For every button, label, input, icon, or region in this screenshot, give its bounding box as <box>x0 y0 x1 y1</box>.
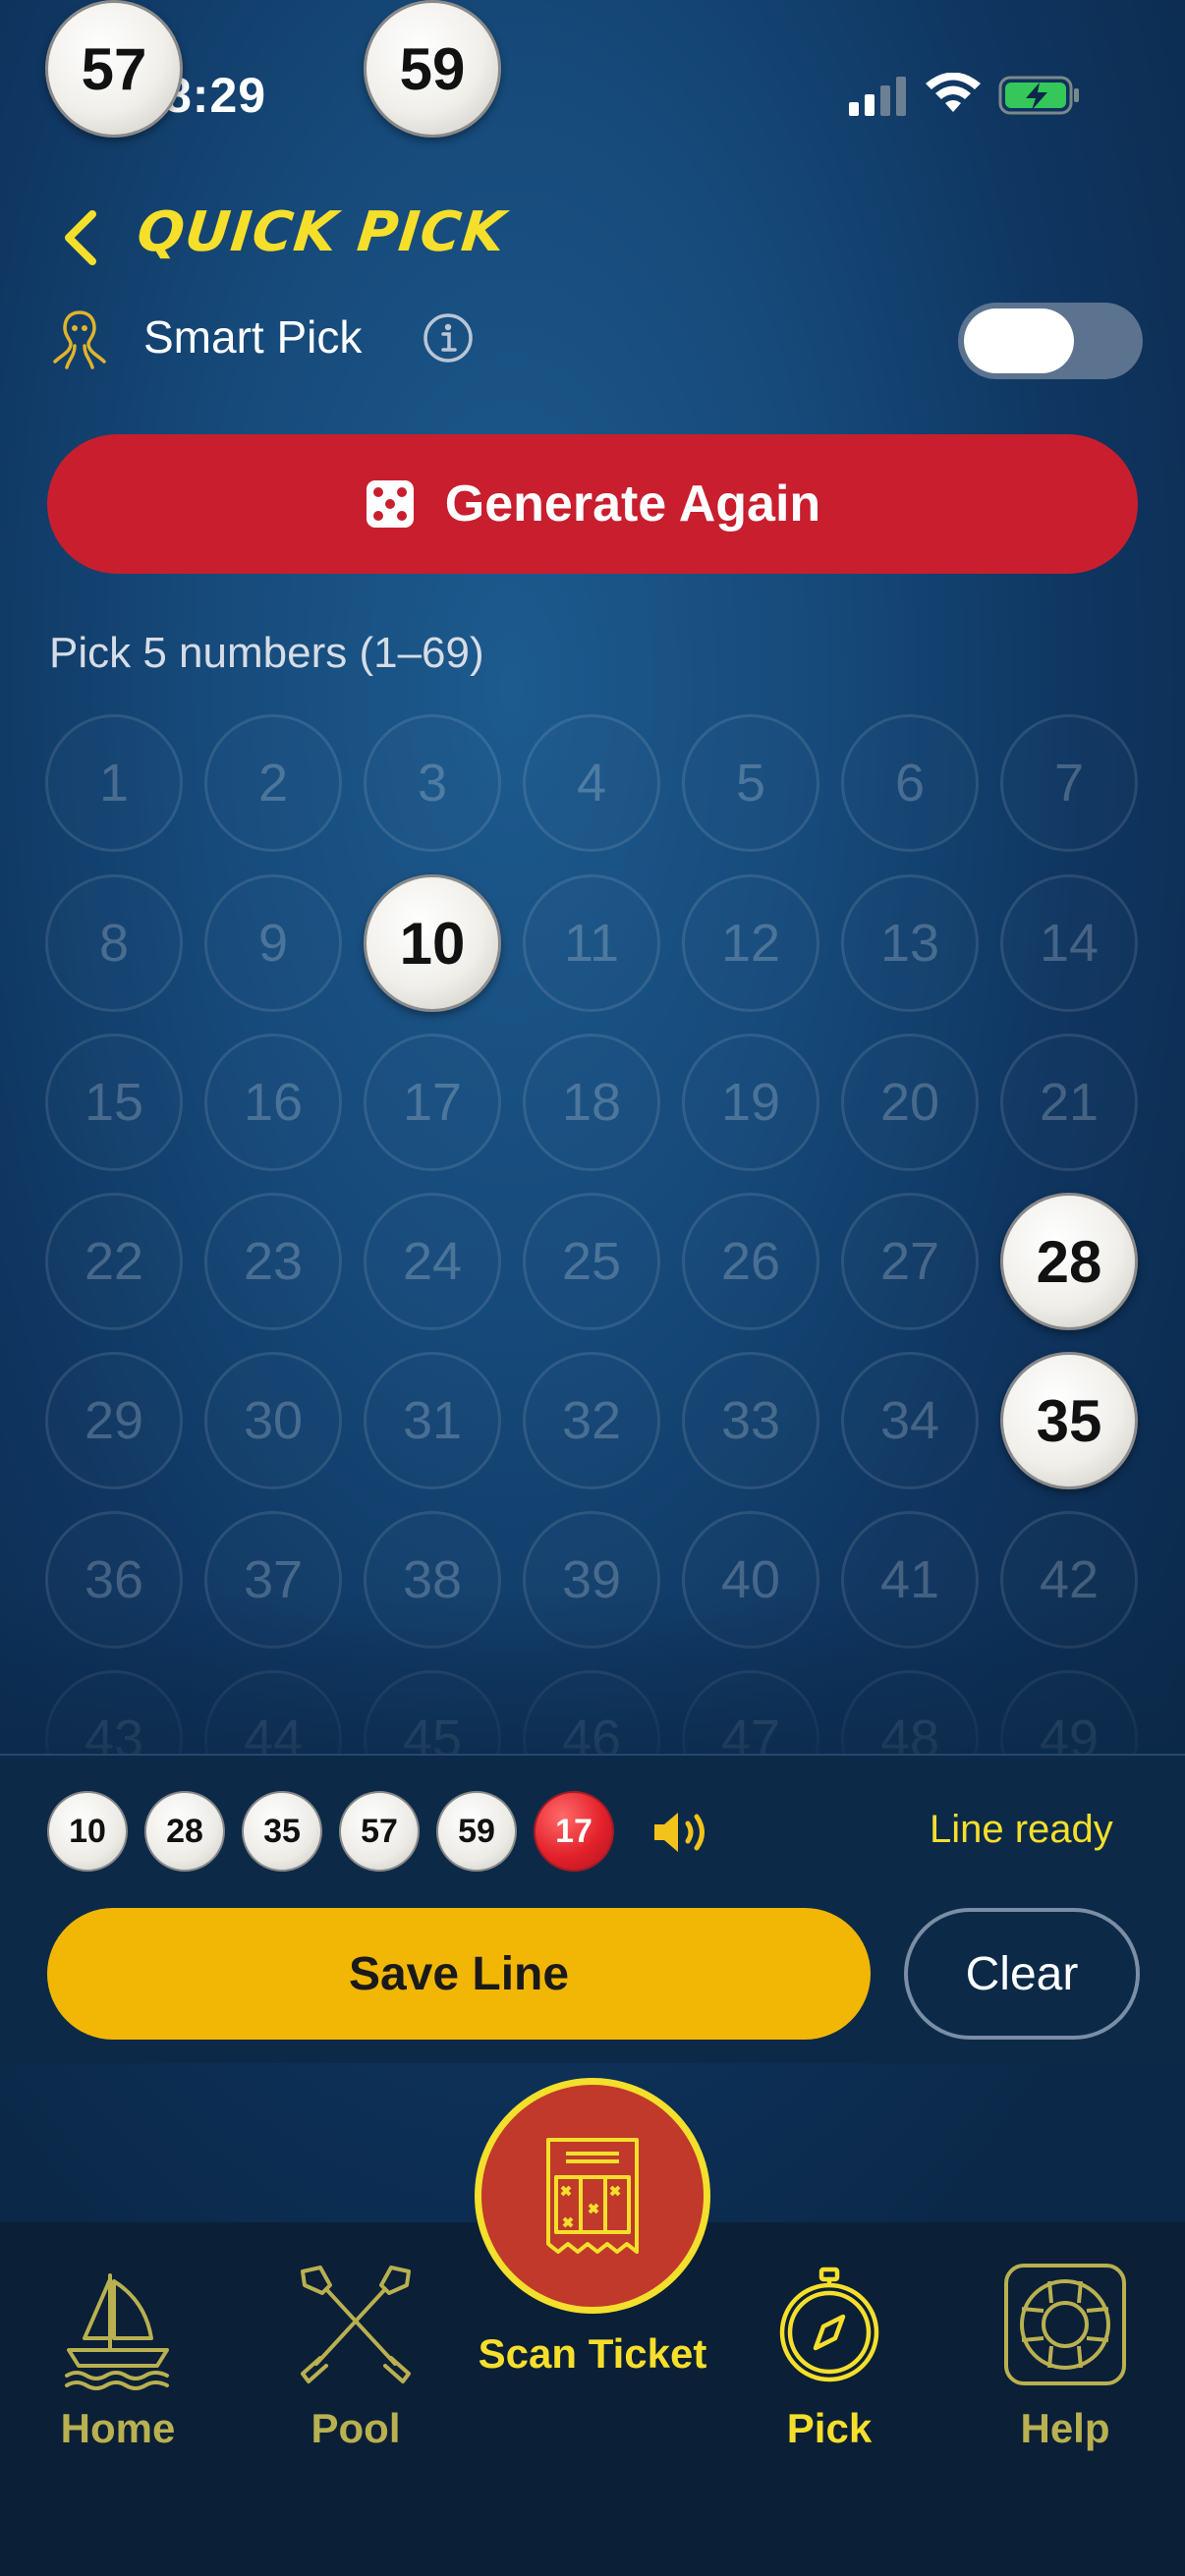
number-ball-1[interactable]: 1 <box>45 714 183 852</box>
number-ball-37[interactable]: 37 <box>204 1511 342 1649</box>
number-ball-22[interactable]: 22 <box>45 1193 183 1330</box>
number-ball-57[interactable]: 57 <box>45 0 183 138</box>
toggle-knob <box>964 308 1074 373</box>
number-ball-31[interactable]: 31 <box>364 1352 501 1489</box>
clear-label: Clear <box>965 1947 1079 2000</box>
smart-pick-label: Smart Pick <box>143 311 363 363</box>
number-ball-27[interactable]: 27 <box>841 1193 979 1330</box>
number-ball-40[interactable]: 40 <box>682 1511 819 1649</box>
number-ball-33[interactable]: 33 <box>682 1352 819 1489</box>
number-ball-5[interactable]: 5 <box>682 714 819 852</box>
number-ball-30[interactable]: 30 <box>204 1352 342 1489</box>
number-ball-59[interactable]: 59 <box>364 0 501 138</box>
number-ball-12[interactable]: 12 <box>682 874 819 1012</box>
smart-pick-toggle[interactable] <box>958 303 1143 379</box>
number-ball-35[interactable]: 35 <box>1000 1352 1138 1489</box>
selected-ball: 59 <box>436 1791 517 1872</box>
tab-home-label: Home <box>60 2405 176 2451</box>
selected-ball: 28 <box>144 1791 225 1872</box>
speaker-icon[interactable] <box>650 1808 713 1857</box>
save-line-label: Save Line <box>348 1947 570 2000</box>
number-ball-39[interactable]: 39 <box>523 1511 660 1649</box>
tab-pick-label: Pick <box>786 2405 873 2451</box>
number-ball-13[interactable]: 13 <box>841 874 979 1012</box>
number-ball-2[interactable]: 2 <box>204 714 342 852</box>
number-ball-41[interactable]: 41 <box>841 1511 979 1649</box>
scan-ticket-button[interactable] <box>475 2078 710 2314</box>
tab-help-label: Help <box>1020 2405 1110 2451</box>
power-ball: 17 <box>534 1791 614 1872</box>
number-ball-11[interactable]: 11 <box>523 874 660 1012</box>
crossed-paddles-icon <box>301 2266 411 2383</box>
info-icon[interactable] <box>423 312 474 364</box>
wifi-icon <box>926 73 981 112</box>
number-ball-17[interactable]: 17 <box>364 1034 501 1171</box>
number-ball-3[interactable]: 3 <box>364 714 501 852</box>
selected-ball: 35 <box>242 1791 322 1872</box>
number-ball-29[interactable]: 29 <box>45 1352 183 1489</box>
number-ball-15[interactable]: 15 <box>45 1034 183 1171</box>
number-ball-9[interactable]: 9 <box>204 874 342 1012</box>
selected-ball: 10 <box>47 1791 128 1872</box>
number-ball-25[interactable]: 25 <box>523 1193 660 1330</box>
number-ball-24[interactable]: 24 <box>364 1193 501 1330</box>
chevron-left-icon <box>65 210 96 265</box>
generate-again-button[interactable]: Generate Again <box>47 434 1138 574</box>
tab-pool-label: Pool <box>310 2405 401 2451</box>
pick-instruction: Pick 5 numbers (1–69) <box>49 629 484 677</box>
number-ball-21[interactable]: 21 <box>1000 1034 1138 1171</box>
line-status: Line ready <box>930 1808 1113 1851</box>
back-button[interactable] <box>51 206 110 269</box>
number-ball-19[interactable]: 19 <box>682 1034 819 1171</box>
tab-pool[interactable]: Pool <box>287 2256 424 2472</box>
tab-help[interactable]: Help <box>996 2256 1134 2472</box>
stopwatch-compass-icon <box>779 2267 879 2382</box>
number-ball-14[interactable]: 14 <box>1000 874 1138 1012</box>
save-line-button[interactable]: Save Line <box>47 1908 871 2040</box>
octopus-icon <box>53 310 106 369</box>
number-ball-38[interactable]: 38 <box>364 1511 501 1649</box>
number-ball-20[interactable]: 20 <box>841 1034 979 1171</box>
battery-charging-icon <box>998 76 1079 115</box>
number-ball-16[interactable]: 16 <box>204 1034 342 1171</box>
number-ball-6[interactable]: 6 <box>841 714 979 852</box>
number-ball-23[interactable]: 23 <box>204 1193 342 1330</box>
number-ball-7[interactable]: 7 <box>1000 714 1138 852</box>
number-ball-26[interactable]: 26 <box>682 1193 819 1330</box>
tab-pick[interactable]: Pick <box>761 2256 898 2472</box>
selected-ball: 57 <box>339 1791 420 1872</box>
generate-again-label: Generate Again <box>444 476 821 532</box>
number-ball-42[interactable]: 42 <box>1000 1511 1138 1649</box>
lifebuoy-icon <box>1004 2264 1126 2385</box>
number-ball-10[interactable]: 10 <box>364 874 501 1012</box>
number-ball-32[interactable]: 32 <box>523 1352 660 1489</box>
tab-scan-label: Scan Ticket <box>478 2330 707 2377</box>
cellular-signal-icon <box>849 77 906 116</box>
number-ball-28[interactable]: 28 <box>1000 1193 1138 1330</box>
dice-icon <box>366 480 414 528</box>
page-title: QUICK PICK <box>134 200 509 264</box>
ticket-icon <box>546 2138 639 2254</box>
number-ball-8[interactable]: 8 <box>45 874 183 1012</box>
number-ball-18[interactable]: 18 <box>523 1034 660 1171</box>
number-ball-34[interactable]: 34 <box>841 1352 979 1489</box>
clear-button[interactable]: Clear <box>904 1908 1140 2040</box>
tab-home[interactable]: Home <box>49 2256 187 2472</box>
number-ball-36[interactable]: 36 <box>45 1511 183 1649</box>
number-ball-4[interactable]: 4 <box>523 714 660 852</box>
sailboat-icon <box>65 2273 169 2390</box>
